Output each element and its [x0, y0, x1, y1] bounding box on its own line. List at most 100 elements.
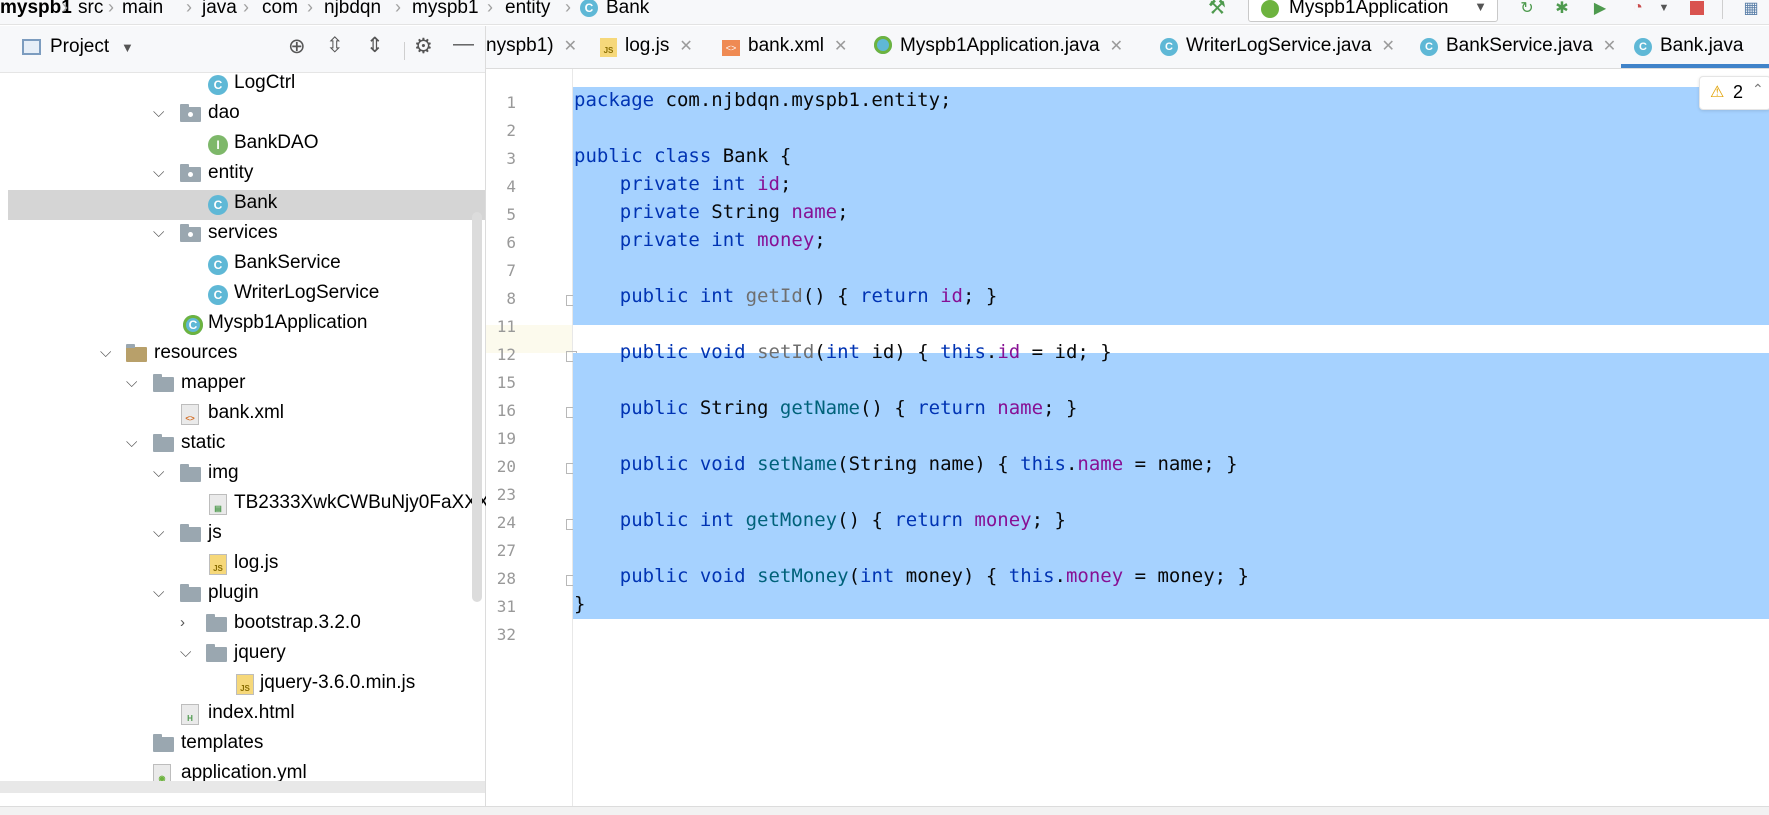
navigation-bar: myspb1 › src › main › java › com › njbdq…	[0, 0, 1769, 25]
line-number: 12	[496, 345, 516, 364]
chevron-down-icon[interactable]: ⌵	[100, 344, 111, 361]
rerun-icon[interactable]: ↻	[1515, 0, 1539, 19]
editor-tab[interactable]: C BankService.java ✕	[1420, 35, 1616, 59]
stop-icon[interactable]	[1690, 0, 1704, 19]
editor-tab-bar: nyspb1) ✕ JS log.js ✕ <> bank.xml ✕ Myspb1App…	[486, 26, 1769, 69]
code-line: public void setMoney(int money) { this.m…	[619, 565, 1250, 587]
breadcrumb-item[interactable]: com	[262, 0, 298, 19]
tree-item[interactable]: <> bank.xml	[8, 400, 485, 430]
chevron-down-icon[interactable]: ⌵	[153, 224, 164, 241]
project-structure-icon[interactable]: ▦	[1740, 0, 1762, 19]
code-editor: nyspb1) ✕ JS log.js ✕ <> bank.xml ✕ Myspb1App…	[486, 26, 1769, 814]
editor-tab-active[interactable]: C Bank.java	[1634, 35, 1743, 59]
close-icon[interactable]: ✕	[1603, 38, 1616, 55]
tree-item[interactable]: ⌵ static	[8, 430, 485, 460]
close-icon[interactable]: ✕	[1110, 38, 1123, 55]
line-number: 1	[506, 93, 516, 112]
tree-item[interactable]: H index.html	[8, 700, 485, 730]
inspection-widget[interactable]: ⚠ 2 ⌃	[1699, 76, 1769, 110]
line-number: 7	[506, 261, 516, 280]
breadcrumb-item[interactable]: entity	[505, 0, 550, 19]
vertical-scrollbar[interactable]	[472, 212, 482, 602]
chevron-down-icon[interactable]: ▼	[121, 40, 134, 55]
tree-item-label: jquery-3.6.0.min.js	[260, 672, 416, 693]
tree-item[interactable]: ⌵ js	[8, 520, 485, 550]
locate-file-icon[interactable]: ⊕	[288, 34, 306, 59]
tree-item[interactable]: ⌵ services	[8, 220, 485, 250]
expand-all-icon[interactable]: ⇳	[326, 33, 344, 58]
line-number: 5	[506, 205, 516, 224]
tree-item[interactable]: C LogCtrl	[8, 70, 485, 100]
tree-item-label: Myspb1Application	[208, 312, 368, 333]
tree-item[interactable]: ▤ TB2333XwkCWBuNjy0FaXXX	[8, 490, 490, 520]
tree-item[interactable]: ⌵ plugin	[8, 580, 485, 610]
chevron-down-icon[interactable]: ⌵	[153, 164, 164, 181]
js-file-icon: JS	[209, 554, 227, 575]
line-number-gutter: 1 2 3 4 5 6 7 8 11 12 15 16 19 20 23 24 …	[486, 69, 577, 814]
tree-item[interactable]: ⌵ resources	[8, 340, 485, 370]
class-icon: C	[208, 75, 228, 95]
chevron-down-icon[interactable]: ⌵	[126, 434, 137, 451]
close-icon[interactable]: ✕	[564, 38, 577, 55]
warning-icon: ⚠	[1710, 84, 1725, 101]
chevron-down-icon: ▼	[1474, 0, 1487, 14]
code-text-area[interactable]: package com.njbdqn.myspb1.entity; public…	[573, 69, 1769, 814]
breadcrumb-item[interactable]: Bank	[606, 0, 649, 19]
close-icon[interactable]: ✕	[1382, 38, 1395, 55]
line-number: 20	[496, 457, 516, 476]
gear-icon[interactable]: ⚙	[414, 34, 433, 59]
close-icon[interactable]: ✕	[679, 38, 692, 55]
tree-item[interactable]: JS jquery-3.6.0.min.js	[8, 670, 485, 700]
debug-icon[interactable]: ✱	[1550, 0, 1574, 19]
chevron-right-icon[interactable]: ›	[180, 614, 185, 631]
breadcrumb-item[interactable]: java	[202, 0, 237, 19]
editor-tab[interactable]: C WriterLogService.java ✕	[1160, 35, 1395, 59]
build-hammer-icon[interactable]: ⚒	[1205, 0, 1229, 19]
tree-item-selected[interactable]: C Bank	[8, 190, 485, 220]
tree-item[interactable]: ⌵ dao	[8, 100, 485, 130]
run-configuration-selector[interactable]: Myspb1Application ▼	[1248, 0, 1498, 22]
breadcrumb-item[interactable]: myspb1	[412, 0, 479, 19]
hide-panel-icon[interactable]: —	[453, 32, 474, 56]
tree-item[interactable]: I BankDAO	[8, 130, 485, 160]
chevron-down-icon[interactable]: ⌵	[153, 464, 164, 481]
breadcrumb-item[interactable]: main	[122, 0, 163, 19]
tree-item[interactable]: C BankService	[8, 250, 485, 280]
tree-item[interactable]: ⌵ entity	[8, 160, 485, 190]
breadcrumb-item[interactable]: njbdqn	[324, 0, 381, 19]
run-with-coverage-icon[interactable]: ▶	[1588, 0, 1612, 19]
class-icon: C	[1634, 38, 1652, 56]
chevron-down-icon[interactable]: ⌵	[126, 374, 137, 391]
breadcrumb-item[interactable]: src	[78, 0, 103, 19]
profile-icon[interactable]: ◔	[1626, 0, 1650, 19]
tree-item[interactable]: ⌵ jquery	[8, 640, 485, 670]
chevron-down-icon[interactable]: ⌵	[180, 644, 191, 661]
close-icon[interactable]: ✕	[834, 38, 847, 55]
editor-tab[interactable]: <> bank.xml ✕	[722, 35, 847, 59]
collapse-all-icon[interactable]: ⇕	[366, 33, 384, 58]
editor-tab[interactable]: Myspb1Application.java ✕	[874, 35, 1123, 59]
code-line: public String getName() { return name; }	[619, 397, 1078, 419]
chevron-down-icon[interactable]: ⌵	[153, 524, 164, 541]
chevron-down-icon[interactable]: ⌵	[153, 104, 164, 121]
chevron-down-icon[interactable]: ▼	[1656, 0, 1672, 19]
line-number: 32	[496, 625, 516, 644]
tree-item[interactable]: C Myspb1Application	[8, 310, 485, 340]
project-panel-title[interactable]: Project	[50, 36, 109, 58]
tree-item-label: js	[208, 522, 222, 543]
tree-item[interactable]: ⌵ mapper	[8, 370, 485, 400]
tree-item[interactable]: ⌵ img	[8, 460, 485, 490]
horizontal-scrollbar[interactable]	[0, 781, 485, 793]
chevron-down-icon[interactable]: ⌵	[153, 584, 164, 601]
editor-tab[interactable]: nyspb1) ✕	[486, 35, 577, 59]
code-line: private int id;	[619, 173, 792, 195]
tree-item[interactable]: › bootstrap.3.2.0	[8, 610, 485, 640]
package-folder-icon	[180, 104, 201, 122]
tree-item[interactable]: C WriterLogService	[8, 280, 485, 310]
tree-item[interactable]: templates	[8, 730, 485, 760]
tree-item[interactable]: JS log.js	[8, 550, 485, 580]
tree-item-label: BankDAO	[234, 132, 319, 153]
folder-icon	[206, 614, 227, 632]
editor-tab[interactable]: JS log.js ✕	[600, 35, 693, 59]
tree-item-label: bank.xml	[208, 402, 285, 423]
